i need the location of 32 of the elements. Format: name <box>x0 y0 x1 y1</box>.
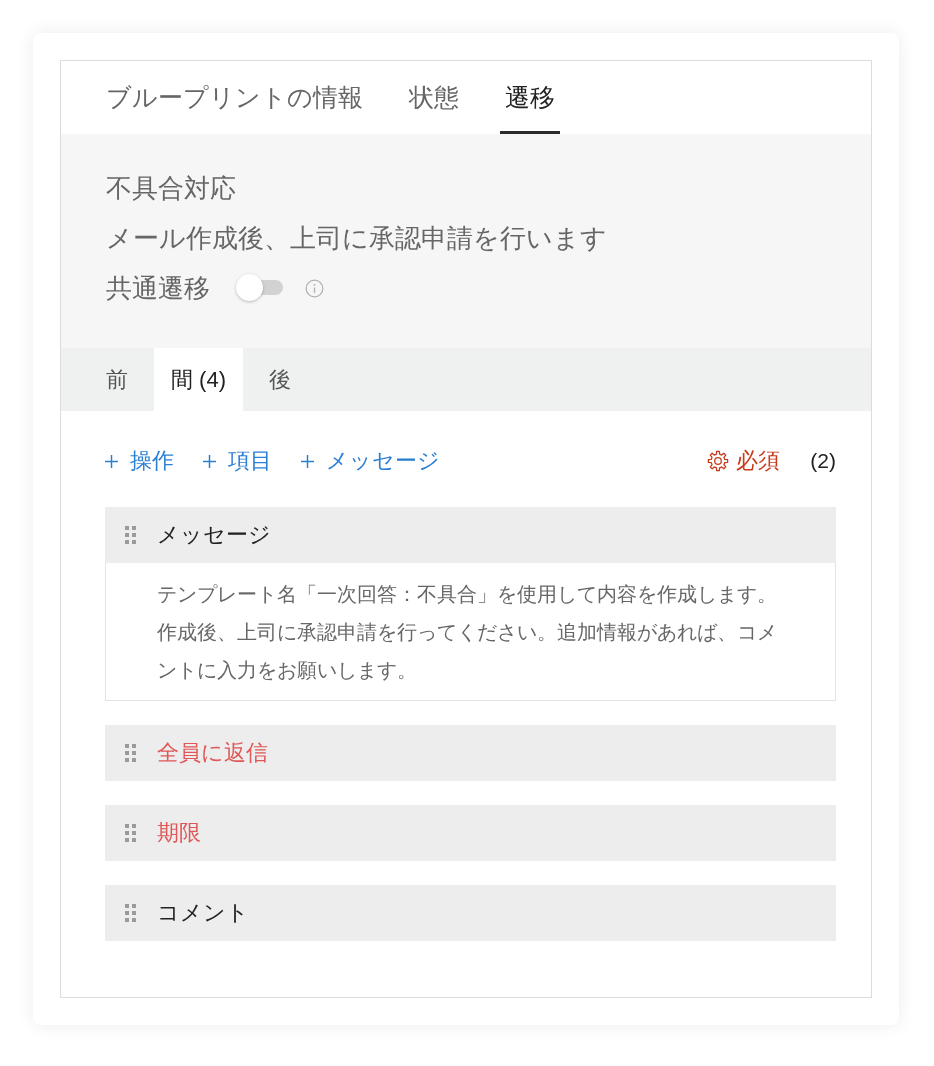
add-button[interactable]: 操作 <box>105 446 174 476</box>
item-header[interactable]: コメント <box>105 885 836 941</box>
required-filter-button[interactable]: 必須 <box>707 446 781 476</box>
plus-icon <box>301 454 314 468</box>
drag-handle-icon[interactable] <box>125 824 137 842</box>
required-count: (2) <box>810 449 836 473</box>
item-title: コメント <box>157 899 249 927</box>
tab[interactable]: 状態 <box>404 61 464 134</box>
sub-tab[interactable]: 前 <box>89 348 145 411</box>
drag-handle-icon[interactable] <box>125 744 137 762</box>
drag-handle-icon[interactable] <box>125 904 137 922</box>
toggle-switch[interactable] <box>236 274 284 302</box>
transition-name: 不具合対応 <box>106 172 237 205</box>
message-body: テンプレート名「一次回答：不具合」を使用して内容を作成します。作成後、上司に承認申請を行ってください。追加情報があれば、コメントに入力をお願いします。 <box>105 563 836 701</box>
sub-tab[interactable]: 間 (4) <box>154 348 243 411</box>
item-title: 全員に返信 <box>157 739 268 767</box>
drag-handle-icon[interactable] <box>125 526 137 544</box>
item-title: メッセージ <box>157 521 271 549</box>
add-button[interactable]: 項目 <box>203 446 272 476</box>
item-title: 期限 <box>157 819 201 847</box>
item-header[interactable]: メッセージ <box>105 507 836 563</box>
transition-description: メール作成後、上司に承認申請を行います <box>106 222 608 255</box>
item-header[interactable]: 期限 <box>105 805 836 861</box>
add-button[interactable]: メッセージ <box>301 446 440 476</box>
info-icon[interactable] <box>305 278 324 298</box>
gear-icon <box>707 450 730 472</box>
plus-icon <box>105 454 118 468</box>
common-transition-label: 共通遷移 <box>106 272 210 305</box>
item-header[interactable]: 全員に返信 <box>105 725 836 781</box>
sub-tab[interactable]: 後 <box>252 348 308 411</box>
plus-icon <box>203 454 216 468</box>
tab[interactable]: ブループリントの情報 <box>101 61 368 134</box>
